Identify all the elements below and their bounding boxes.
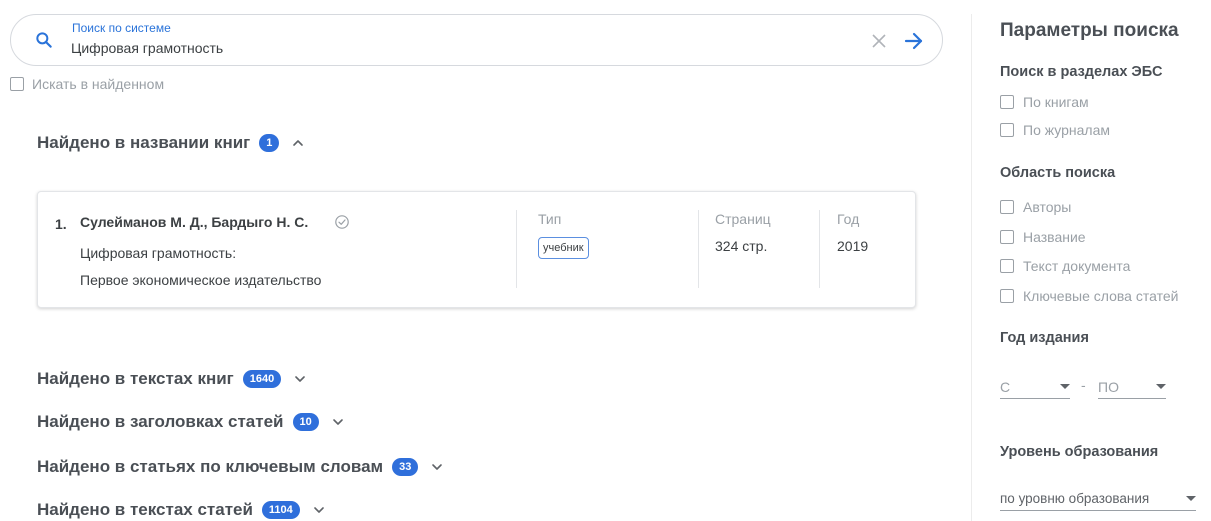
checkbox[interactable] (1000, 200, 1014, 214)
checkbox[interactable] (1000, 230, 1014, 244)
section-title: Найдено в заголовках статей (37, 412, 284, 431)
result-authors[interactable]: Сулейманов М. Д., Бардыго Н. С. (80, 214, 308, 230)
year-from-select[interactable]: С (1000, 375, 1070, 399)
search-params-panel: Параметры поиска Поиск в разделах ЭБС По… (1000, 0, 1211, 521)
type-badge: учебник (538, 237, 589, 259)
search-input[interactable] (71, 38, 851, 58)
chevron-down-icon[interactable] (331, 415, 345, 429)
option-authors[interactable]: Авторы (1000, 199, 1071, 215)
chevron-up-icon[interactable] (291, 136, 305, 150)
search-in-results[interactable]: Искать в найденном (10, 76, 164, 92)
option-document-text[interactable]: Текст документа (1000, 258, 1130, 274)
section-title: Найдено в текстах статей (37, 500, 253, 519)
chevron-down-icon[interactable] (430, 460, 444, 474)
year-header: Год (837, 211, 860, 227)
sidebar-title: Параметры поиска (1000, 20, 1179, 41)
section-article-texts[interactable]: Найдено в текстах статей 1104 (37, 500, 326, 520)
pages-value: 324 стр. (715, 238, 768, 254)
chevron-down-icon[interactable] (312, 503, 326, 517)
count-badge: 1 (259, 134, 280, 152)
caret-down-icon (1186, 496, 1196, 501)
year-to-select[interactable]: ПО (1098, 375, 1166, 399)
divider (516, 210, 517, 288)
search-in-results-label: Искать в найденном (32, 76, 165, 92)
section-article-headings[interactable]: Найдено в заголовках статей 10 (37, 412, 345, 432)
year-to-value: ПО (1098, 378, 1119, 395)
pages-header: Страниц (715, 211, 771, 227)
result-card[interactable]: 1. Сулейманов М. Д., Бардыго Н. С. Цифро… (37, 191, 916, 308)
chevron-down-icon[interactable] (293, 372, 307, 386)
option-label: Ключевые слова статей (1023, 288, 1179, 304)
option-books[interactable]: По книгам (1000, 94, 1089, 110)
section-title: Найдено в статьях по ключевым словам (37, 457, 384, 476)
option-label: По книгам (1023, 94, 1089, 110)
section-book-texts[interactable]: Найдено в текстах книг 1640 (37, 369, 307, 389)
option-name[interactable]: Название (1000, 229, 1086, 245)
area-heading: Область поиска (1000, 165, 1116, 181)
check-circle-icon[interactable] (334, 214, 350, 230)
checkbox[interactable] (1000, 95, 1014, 109)
search-in-results-checkbox[interactable] (10, 77, 24, 91)
year-from-value: С (1000, 378, 1011, 395)
divider (698, 210, 699, 288)
close-icon[interactable] (871, 33, 887, 49)
edu-level-value: по уровню образования (1000, 491, 1150, 506)
checkbox[interactable] (1000, 123, 1014, 137)
option-label: По журналам (1023, 122, 1110, 138)
checkbox[interactable] (1000, 289, 1014, 303)
year-range-dash: - (1081, 377, 1086, 393)
section-title: Найдено в названии книг (37, 133, 251, 152)
result-number: 1. (55, 216, 67, 232)
type-header: Тип (538, 211, 562, 227)
checkbox[interactable] (1000, 259, 1014, 273)
edu-level-select[interactable]: по уровню образования (1000, 487, 1196, 511)
section-article-keywords[interactable]: Найдено в статьях по ключевым словам 33 (37, 457, 444, 477)
option-article-keywords[interactable]: Ключевые слова статей (1000, 288, 1178, 304)
section-title: Найдено в текстах книг (37, 369, 234, 388)
search-label: Поиск по системе (72, 21, 171, 35)
search-icon[interactable] (34, 30, 54, 50)
arrow-right-icon[interactable] (902, 29, 926, 53)
result-title[interactable]: Цифровая грамотность: (80, 245, 236, 261)
count-badge: 1640 (242, 370, 282, 388)
year-heading: Год издания (1000, 330, 1089, 346)
count-badge: 33 (392, 458, 419, 476)
count-badge: 10 (292, 413, 319, 431)
option-label: Авторы (1023, 199, 1072, 215)
divider (819, 210, 820, 288)
option-label: Название (1023, 229, 1086, 245)
search-box[interactable]: Поиск по системе (10, 14, 943, 66)
sections-heading: Поиск в разделах ЭБС (1000, 64, 1163, 80)
result-publisher: Первое экономическое издательство (80, 272, 322, 288)
count-badge: 1104 (261, 501, 300, 519)
section-book-titles[interactable]: Найдено в названии книг 1 (37, 133, 305, 153)
year-value: 2019 (837, 238, 869, 254)
caret-down-icon (1060, 384, 1070, 389)
edu-heading: Уровень образования (1000, 444, 1159, 460)
caret-down-icon (1156, 384, 1166, 389)
option-journals[interactable]: По журналам (1000, 122, 1110, 138)
sidebar-divider (971, 14, 972, 521)
option-label: Текст документа (1023, 258, 1131, 274)
